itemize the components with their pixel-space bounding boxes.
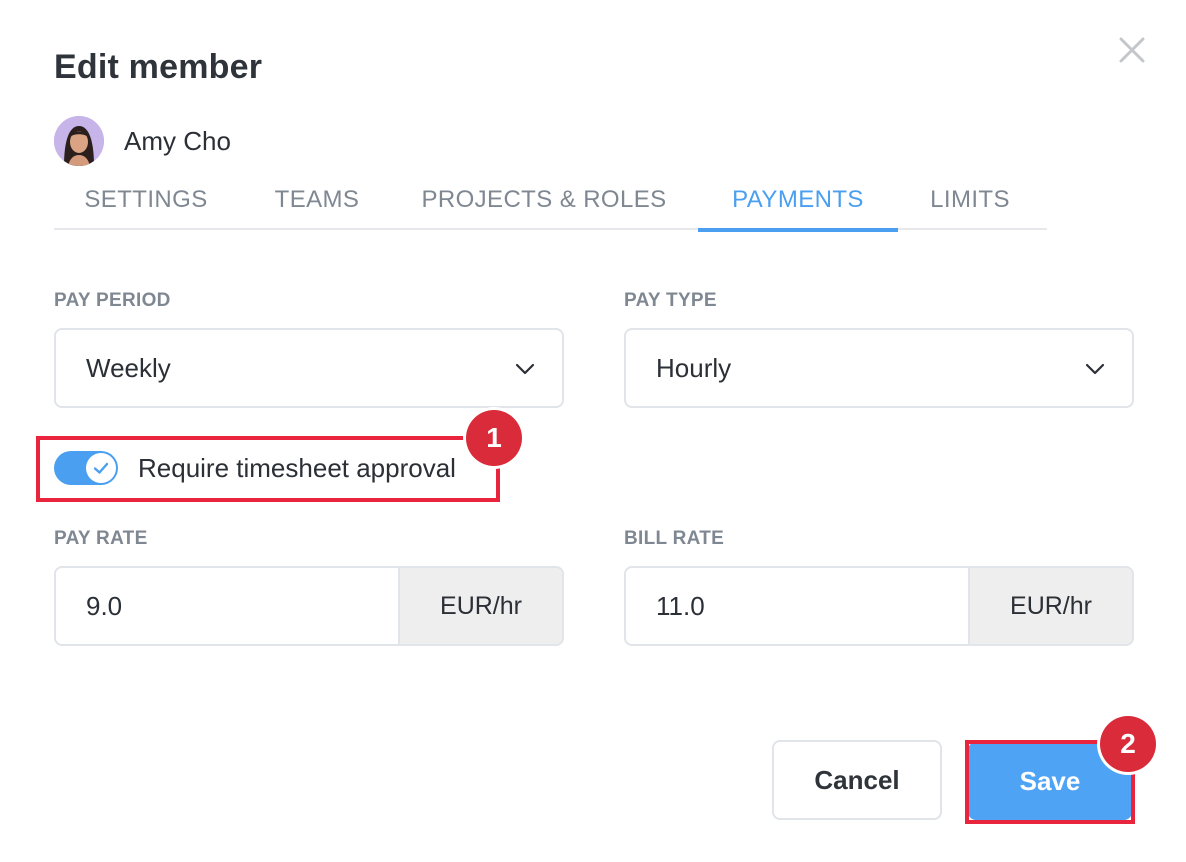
avatar — [54, 116, 104, 166]
edit-member-dialog: Edit member Amy Cho SETTINGS TEAMS PROJE… — [0, 0, 1186, 862]
tab-bar: SETTINGS TEAMS PROJECTS & ROLES PAYMENTS… — [54, 170, 1047, 232]
bill-rate-input[interactable] — [626, 568, 972, 644]
member-name: Amy Cho — [124, 125, 231, 156]
pay-rate-input[interactable] — [56, 568, 402, 644]
close-button[interactable] — [1114, 32, 1150, 68]
tab-payments[interactable]: PAYMENTS — [698, 170, 898, 232]
pay-type-select[interactable]: Hourly — [624, 328, 1134, 408]
pay-type-label: PAY TYPE — [624, 290, 717, 311]
pay-type-value: Hourly — [656, 352, 732, 383]
pay-period-label: PAY PERIOD — [54, 290, 171, 311]
bill-rate-field: EUR/hr — [624, 566, 1134, 646]
tab-settings[interactable]: SETTINGS — [54, 170, 238, 230]
bill-rate-label: BILL RATE — [624, 528, 725, 549]
bill-rate-unit: EUR/hr — [968, 568, 1132, 644]
cancel-button[interactable]: Cancel — [772, 740, 942, 820]
pay-period-select[interactable]: Weekly — [54, 328, 564, 408]
close-icon — [1119, 37, 1145, 63]
step-badge-2: 2 — [1100, 716, 1156, 772]
chevron-down-icon — [1085, 363, 1105, 375]
step-badge-1: 1 — [466, 410, 522, 466]
tab-limits[interactable]: LIMITS — [914, 170, 1026, 230]
dialog-title: Edit member — [54, 48, 263, 86]
pay-rate-unit: EUR/hr — [398, 568, 562, 644]
chevron-down-icon — [515, 363, 535, 375]
pay-rate-label: PAY RATE — [54, 528, 148, 549]
avatar-image — [54, 116, 104, 166]
highlight-box-step-1 — [36, 436, 500, 502]
pay-rate-field: EUR/hr — [54, 566, 564, 646]
pay-period-value: Weekly — [86, 352, 171, 383]
tab-projects-roles[interactable]: PROJECTS & ROLES — [416, 170, 672, 230]
tab-teams[interactable]: TEAMS — [250, 170, 384, 230]
member-info: Amy Cho — [54, 116, 231, 166]
